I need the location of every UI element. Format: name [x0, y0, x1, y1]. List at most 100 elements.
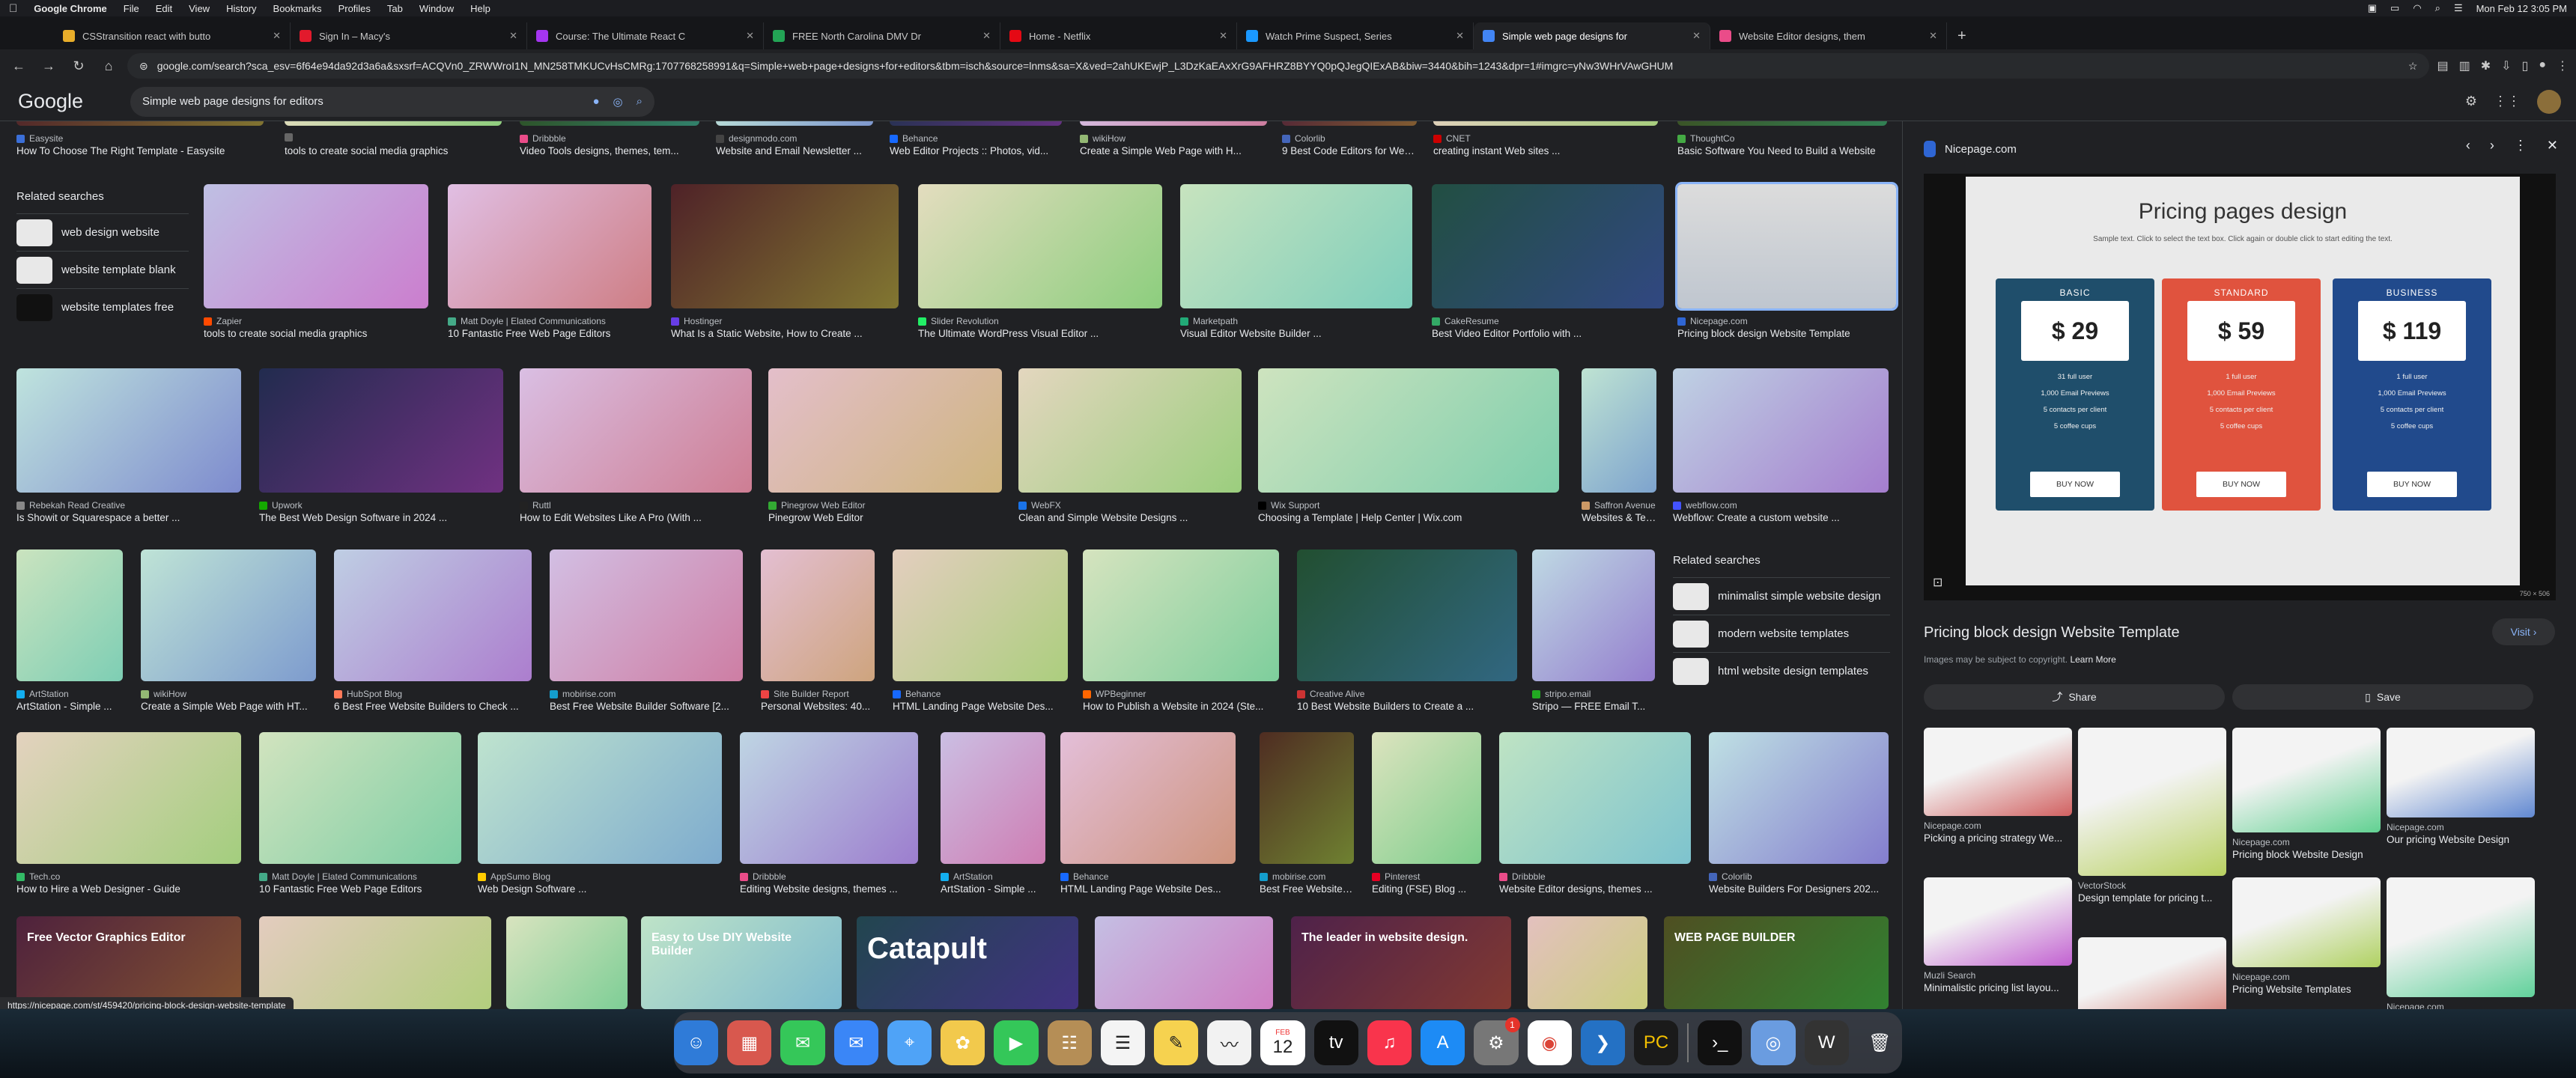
result-source[interactable]: Easysite — [16, 133, 264, 144]
vscode-icon[interactable]: ❯ — [1580, 1020, 1625, 1065]
battery-icon[interactable]: ▭ — [2390, 2, 2399, 14]
result-source[interactable]: Pinterest — [1372, 871, 1481, 882]
result-source[interactable]: Nicepage.com — [1677, 316, 1896, 326]
image-result[interactable]: The leader in website design. — [1291, 916, 1511, 1009]
image-result[interactable] — [506, 916, 628, 1009]
result-thumbnail[interactable]: Easy to Use DIY Website Builder — [641, 916, 842, 1009]
image-result[interactable]: Easy to Use DIY Website Builder — [641, 916, 842, 1009]
result-thumbnail[interactable]: Catapult — [857, 916, 1078, 1009]
image-result-selected[interactable]: Nicepage.com Pricing block design Website… — [1675, 182, 1898, 347]
image-result[interactable]: designmodo.com Website and Email Newslett… — [716, 121, 873, 165]
image-result[interactable]: wikiHow Create a Simple Web Page with HT.… — [141, 549, 316, 720]
related-image[interactable]: VectorStock Design template for pricing t… — [2078, 728, 2226, 913]
result-title[interactable]: Basic Software You Need to Build a Websi… — [1677, 145, 1887, 156]
result-thumbnail[interactable] — [1080, 121, 1267, 126]
close-icon[interactable]: ✕ — [982, 30, 991, 42]
image-result[interactable]: Colorlib 9 Best Code Editors for Web... — [1282, 121, 1417, 165]
tab-1[interactable]: Sign In – Macy's ✕ — [291, 22, 527, 49]
related-image[interactable]: Muzli Search Minimalistic pricing list la… — [1924, 877, 2072, 1003]
result-thumbnail[interactable] — [1060, 732, 1236, 864]
result-thumbnail[interactable] — [478, 732, 722, 864]
kebab-menu-icon[interactable]: ⋮ — [2557, 58, 2569, 73]
home-icon[interactable]: ⌂ — [97, 58, 120, 74]
close-icon[interactable]: ✕ — [509, 30, 517, 42]
related-image[interactable]: Nicepage.com Pricing block Website Design — [2232, 728, 2381, 870]
notes-icon[interactable]: ✎ — [1153, 1020, 1199, 1065]
result-source[interactable]: ArtStation — [16, 689, 123, 699]
launchpad-icon[interactable]: ▦ — [727, 1020, 772, 1065]
result-title[interactable]: Editing (FSE) Blog ... — [1372, 883, 1481, 895]
next-icon[interactable]: › — [2490, 138, 2494, 153]
result-title[interactable]: 10 Fantastic Free Web Page Editors — [259, 883, 461, 895]
result-title[interactable]: 10 Fantastic Free Web Page Editors — [448, 328, 651, 339]
result-thumbnail[interactable]: WEB PAGE BUILDER — [1664, 916, 1889, 1009]
tab-5[interactable]: Watch Prime Suspect, Series ✕ — [1237, 22, 1474, 49]
menu-tab[interactable]: Tab — [387, 3, 403, 14]
result-thumbnail[interactable] — [761, 549, 875, 681]
related-item[interactable]: modern website templates — [1673, 615, 1890, 652]
new-tab-button[interactable]: + — [1947, 22, 1977, 49]
preview-site[interactable]: Nicepage.com — [1924, 141, 2017, 157]
menu-help[interactable]: Help — [470, 3, 490, 14]
result-thumbnail[interactable] — [1433, 121, 1658, 126]
image-result[interactable]: Slider Revolution The Ultimate WordPress … — [918, 184, 1162, 347]
related-source[interactable]: Muzli Search — [1924, 970, 1975, 981]
maps-icon[interactable]: ⌖ — [887, 1020, 932, 1065]
result-thumbnail[interactable] — [890, 121, 1062, 126]
apple-icon[interactable]:  — [9, 2, 17, 15]
related-image[interactable]: Nicepage.com Our pricing Website Design — [2387, 728, 2535, 855]
result-thumbnail[interactable] — [1258, 368, 1559, 493]
result-title[interactable]: Websites & Templat... — [1582, 512, 1656, 523]
related-item[interactable]: minimalist simple website design — [1673, 577, 1890, 615]
result-source[interactable]: mobirise.com — [1260, 871, 1354, 882]
result-thumbnail[interactable] — [520, 368, 752, 493]
result-title[interactable]: tools to create social media graphics — [204, 328, 428, 339]
result-title[interactable]: 9 Best Code Editors for Web... — [1282, 145, 1417, 156]
close-icon[interactable]: ✕ — [1929, 30, 1937, 42]
related-thumbnail[interactable] — [2078, 937, 2226, 1009]
related-title[interactable]: Design template for pricing t... — [2078, 892, 2226, 904]
related-source[interactable]: Nicepage.com — [1924, 820, 1981, 831]
related-thumbnail[interactable] — [2232, 877, 2381, 967]
result-thumbnail[interactable] — [1673, 368, 1889, 493]
result-source[interactable]: Colorlib — [1282, 133, 1417, 144]
result-thumbnail[interactable] — [1677, 121, 1887, 126]
result-thumbnail[interactable] — [1582, 368, 1656, 493]
close-icon[interactable]: ✕ — [1219, 30, 1227, 42]
menu-bookmarks[interactable]: Bookmarks — [273, 3, 322, 14]
image-result[interactable]: Site Builder Report Personal Websites: 40… — [761, 549, 875, 720]
lens-icon[interactable]: ⊡ — [1933, 575, 1942, 590]
related-title[interactable]: Our pricing Website Design — [2387, 834, 2535, 845]
image-result[interactable]: webflow.com Webflow: Create a custom webs… — [1673, 368, 1889, 532]
image-result[interactable]: Behance Web Editor Projects :: Photos, vi… — [890, 121, 1062, 165]
result-title[interactable]: Choosing a Template | Help Center | Wix.… — [1258, 512, 1559, 523]
result-thumbnail[interactable] — [1297, 549, 1517, 681]
freeform-icon[interactable]: 〰 — [1207, 1020, 1252, 1065]
result-thumbnail[interactable] — [1180, 184, 1412, 308]
image-result[interactable]: Zapier tools to create social media graph… — [204, 184, 428, 347]
mail-icon[interactable]: ✉ — [833, 1020, 878, 1065]
result-thumbnail[interactable] — [740, 732, 918, 864]
trash-icon[interactable]: 🗑 — [1858, 1020, 1902, 1065]
result-title[interactable]: Visual Editor Website Builder ... — [1180, 328, 1412, 339]
result-thumbnail[interactable] — [259, 916, 491, 1009]
result-title[interactable]: 10 Best Website Builders to Create a ... — [1297, 701, 1517, 712]
related-image[interactable]: Nicepage.com Picking a pricing strategy W… — [1924, 728, 2072, 853]
related-title[interactable]: Picking a pricing strategy We... — [1924, 832, 2072, 844]
image-result[interactable]: WebFX Clean and Simple Website Designs ..… — [1018, 368, 1242, 532]
wifi-icon[interactable]: ◠ — [2413, 2, 2421, 14]
result-title[interactable]: Webflow: Create a custom website ... — [1673, 512, 1889, 523]
result-source[interactable]: webflow.com — [1673, 500, 1889, 511]
related-source[interactable]: VectorStock — [2078, 880, 2126, 891]
result-source[interactable]: Dribbble — [1499, 871, 1691, 882]
photos-icon[interactable]: ✿ — [941, 1020, 985, 1065]
result-thumbnail[interactable] — [893, 549, 1068, 681]
result-title[interactable]: What Is a Static Website, How to Create … — [671, 328, 899, 339]
messages-icon[interactable]: ✉ — [780, 1020, 825, 1065]
result-thumbnail[interactable] — [716, 121, 873, 126]
screen-record-icon[interactable]: ▣ — [2368, 2, 2377, 14]
image-result[interactable]: Dribbble Editing Website designs, themes … — [740, 732, 918, 903]
result-thumbnail[interactable] — [16, 368, 241, 493]
close-icon[interactable]: ✕ — [2547, 138, 2558, 153]
result-source[interactable]: Pinegrow Web Editor — [768, 500, 1002, 511]
